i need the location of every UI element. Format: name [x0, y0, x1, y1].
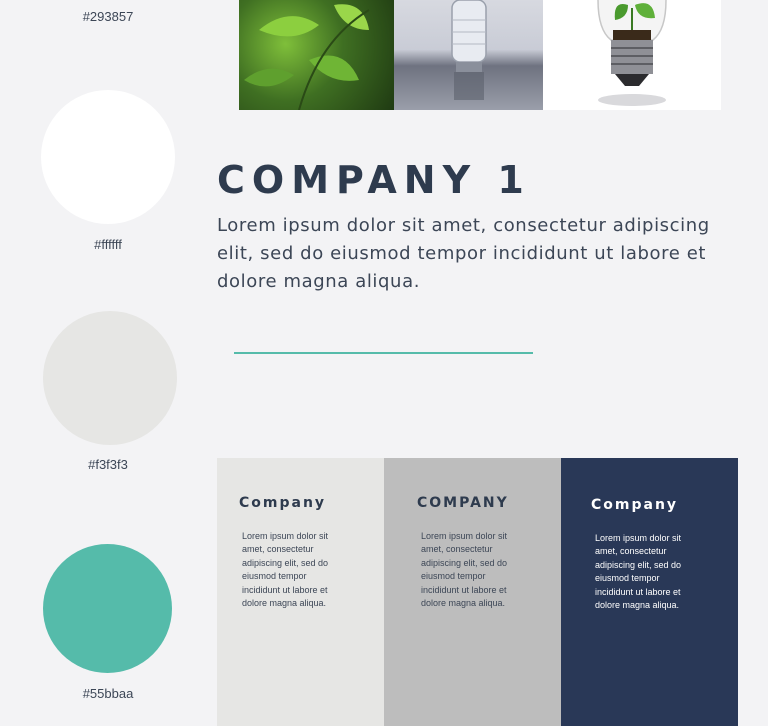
photo-strip [239, 0, 721, 110]
leaves-icon [244, 4, 370, 110]
swatch-light-gray [43, 311, 177, 445]
company-card-gray: COMPANY Lorem ipsum dolor sit amet, cons… [384, 458, 561, 726]
company-card-navy: Company Lorem ipsum dolor sit amet, cons… [561, 458, 738, 726]
swatch-label-white: #ffffff [94, 237, 122, 252]
company-card-light: Company Lorem ipsum dolor sit amet, cons… [217, 458, 384, 726]
swatch-teal [43, 544, 172, 673]
company-description: Lorem ipsum dolor sit amet, consectetur … [217, 215, 710, 292]
card-title: Company [239, 495, 327, 511]
card-title: COMPANY [417, 495, 509, 511]
card-text: Lorem ipsum dolor sit amet, consectetur … [242, 531, 329, 609]
company-title: COMPANY 1 [217, 158, 531, 202]
card-title: Company [591, 497, 679, 513]
card-text: Lorem ipsum dolor sit amet, consectetur … [421, 531, 508, 609]
swatch-white [41, 90, 175, 224]
swatch-label-navy: #293857 [82, 9, 134, 24]
swatch-label-teal: #55bbaa [82, 686, 134, 701]
leaves-photo [239, 0, 394, 110]
swatch-label-light-gray: #f3f3f3 [88, 457, 128, 472]
water-bottle-icon [451, 0, 487, 100]
accent-divider [234, 352, 533, 354]
plant-lightbulb-icon [597, 0, 667, 106]
water-bottle-photo [394, 0, 543, 110]
card-text: Lorem ipsum dolor sit amet, consectetur … [595, 533, 682, 611]
plant-lightbulb-photo [543, 0, 721, 110]
